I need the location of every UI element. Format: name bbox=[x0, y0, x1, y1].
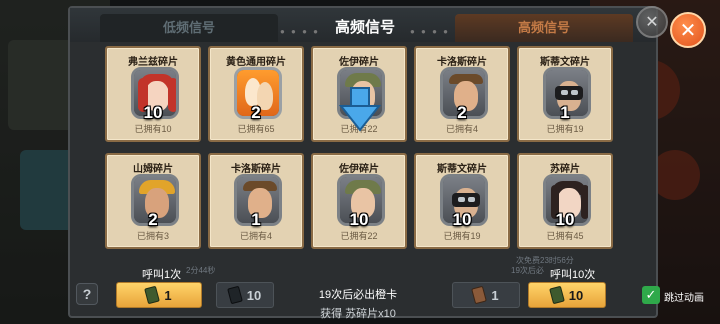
ticket-icon bbox=[548, 285, 565, 305]
tab-low-frequency[interactable]: 低频信号 bbox=[100, 14, 278, 42]
owned-count: 已拥有22 bbox=[340, 231, 378, 241]
fragment-count: 1 bbox=[560, 103, 570, 122]
owned-count: 已拥有10 bbox=[134, 124, 172, 134]
ticket-icon bbox=[144, 285, 161, 305]
fragment-count: 2 bbox=[251, 103, 261, 122]
owned-count: 已拥有4 bbox=[445, 124, 478, 134]
card-name: 佐伊碎片 bbox=[339, 57, 379, 68]
call-ten-cost: 10 bbox=[568, 287, 584, 303]
card-name: 黄色通用碎片 bbox=[226, 57, 286, 68]
card-yellow-generic-fragment: 黄色通用碎片 2 已拥有65 bbox=[208, 46, 304, 142]
card-name: 苏碎片 bbox=[550, 164, 580, 175]
fragment-count: 10 bbox=[555, 210, 575, 229]
owned-count: 已拥有3 bbox=[136, 231, 169, 241]
call-once-button[interactable]: 1 bbox=[116, 282, 202, 308]
fragment-count: 1 bbox=[251, 210, 261, 229]
fragment-count: 2 bbox=[457, 103, 467, 122]
bottom-controls: 2分44秒 次免费23时56分 19次后必 呼叫1次 呼叫10次 ? 1 10 … bbox=[68, 250, 658, 320]
owned-count: 已拥有19 bbox=[546, 124, 584, 134]
bg-guarantee-right: 19次后必 bbox=[511, 266, 544, 275]
call-ten-alt-cost: 1 bbox=[491, 287, 499, 303]
fragment-count: 10 bbox=[452, 210, 472, 229]
card-name: 卡洛斯碎片 bbox=[231, 164, 281, 175]
card-name: 弗兰兹碎片 bbox=[128, 57, 178, 68]
card-su-fragment: 苏碎片 10 已拥有45 bbox=[517, 153, 613, 249]
card-name: 山姆碎片 bbox=[133, 164, 173, 175]
bg-timer-left: 2分44秒 bbox=[186, 266, 216, 275]
arrow-down-icon bbox=[339, 87, 381, 132]
ticket-icon bbox=[226, 285, 243, 305]
card-franz-fragment: 弗兰兹碎片 10 已拥有10 bbox=[105, 46, 201, 142]
skip-animation-label: 跳过动画 bbox=[664, 293, 704, 304]
guarantee-text: 19次后必出橙卡 bbox=[318, 289, 398, 301]
close-icon: ✕ bbox=[636, 6, 668, 38]
owned-count: 已拥有65 bbox=[237, 124, 275, 134]
call-once-alt-button[interactable]: 10 bbox=[216, 282, 274, 308]
header-decoration-right: ● ● ● ● bbox=[410, 27, 450, 36]
owned-count: 已拥有4 bbox=[239, 231, 272, 241]
reward-text: 获得 苏碎片x10 bbox=[320, 308, 396, 320]
card-steven-fragment: 斯蒂文碎片 10 已拥有19 bbox=[414, 153, 510, 249]
call-once-cost: 1 bbox=[164, 287, 172, 303]
call-once-alt-cost: 10 bbox=[246, 287, 262, 303]
card-name: 卡洛斯碎片 bbox=[437, 57, 487, 68]
call-once-label: 呼叫1次 bbox=[142, 269, 182, 281]
card-name: 佐伊碎片 bbox=[339, 164, 379, 175]
card-carlos-fragment: 卡洛斯碎片 1 已拥有4 bbox=[208, 153, 304, 249]
fragment-count: 10 bbox=[349, 210, 369, 229]
fragment-count: 2 bbox=[148, 210, 158, 229]
close-button[interactable]: ✕ bbox=[670, 12, 706, 48]
card-steven-fragment: 斯蒂文碎片 1 已拥有19 bbox=[517, 46, 613, 142]
owned-count: 已拥有45 bbox=[546, 231, 584, 241]
card-sam-fragment: 山姆碎片 2 已拥有3 bbox=[105, 153, 201, 249]
help-button[interactable]: ? bbox=[76, 283, 98, 305]
card-zoe-fragment: 佐伊碎片 10 已拥有22 bbox=[311, 153, 407, 249]
card-carlos-fragment: 卡洛斯碎片 2 已拥有4 bbox=[414, 46, 510, 142]
card-name: 斯蒂文碎片 bbox=[540, 57, 590, 68]
call-ten-button[interactable]: 10 bbox=[528, 282, 606, 308]
owned-count: 已拥有19 bbox=[443, 231, 481, 241]
fragment-count: 10 bbox=[143, 103, 163, 122]
call-ten-label: 呼叫10次 bbox=[550, 269, 596, 281]
card-name: 斯蒂文碎片 bbox=[437, 164, 487, 175]
call-ten-alt-button[interactable]: 1 bbox=[452, 282, 520, 308]
ticket-icon bbox=[471, 285, 488, 305]
tab-high-frequency[interactable]: 高频信号 bbox=[455, 14, 633, 42]
skip-animation-checkbox[interactable]: ✓ bbox=[642, 286, 660, 304]
